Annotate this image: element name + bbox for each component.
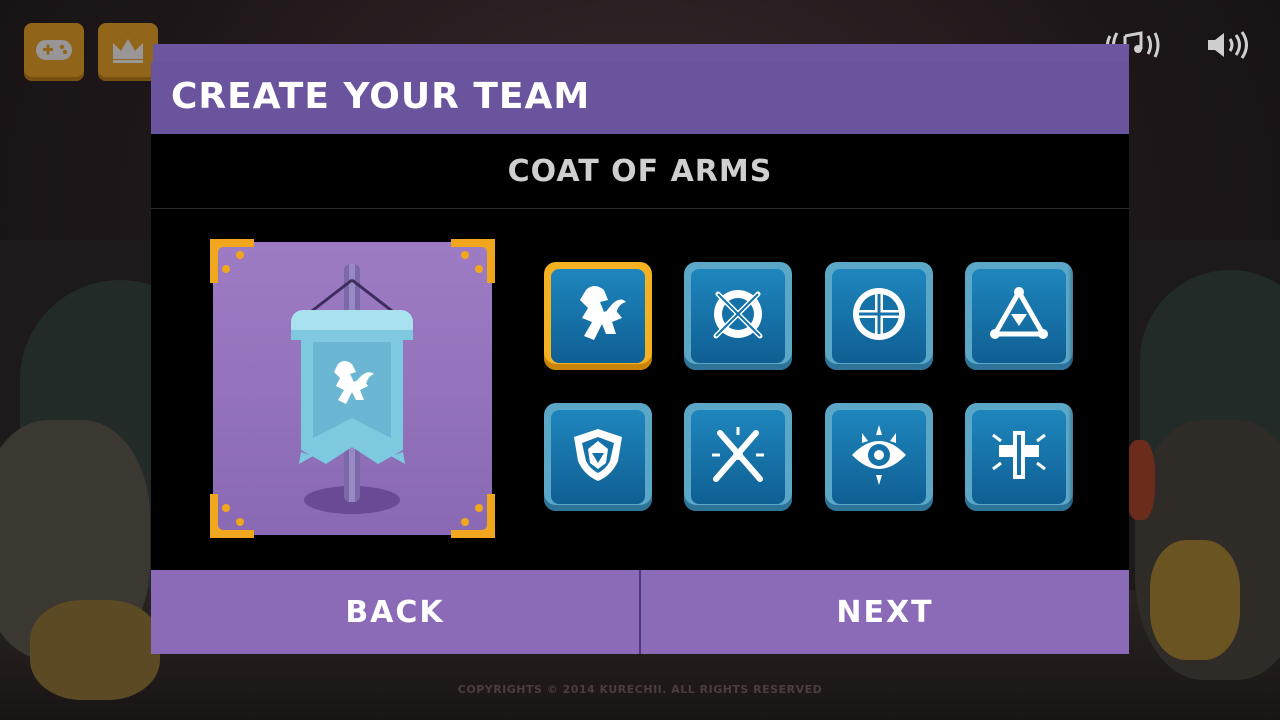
corner-ornament-icon: [210, 239, 254, 283]
eye-icon: [848, 425, 910, 489]
crossed-swords-shield-icon: [708, 284, 768, 348]
corner-ornament-icon: [210, 494, 254, 538]
banner-flag-icon: [291, 264, 413, 514]
helmet-shield-icon: [568, 425, 628, 489]
dialog-footer: BACK NEXT: [151, 570, 1129, 654]
emblem-option-radiant-cross[interactable]: [965, 403, 1073, 511]
next-button[interactable]: NEXT: [641, 570, 1129, 654]
corner-ornament-icon: [451, 494, 495, 538]
gamepad-button[interactable]: [24, 23, 84, 81]
section-header: COAT OF ARMS: [151, 134, 1129, 209]
banner-preview: [210, 239, 495, 538]
crown-button[interactable]: [98, 23, 158, 81]
radiant-cross-icon: [989, 425, 1049, 489]
section-title: COAT OF ARMS: [507, 153, 773, 189]
triangle-compass-icon: [989, 284, 1049, 348]
emblem-option-cross-circle[interactable]: [825, 262, 933, 370]
emblem-option-swords-shield[interactable]: [684, 262, 792, 370]
corner-ornament-icon: [451, 239, 495, 283]
crossed-swords-burst-icon: [708, 425, 768, 489]
cross-circle-icon: [849, 284, 909, 348]
gamepad-icon: [34, 36, 74, 68]
emblem-option-eye[interactable]: [825, 403, 933, 511]
crown-icon: [110, 35, 146, 69]
scroll-fade: [1068, 255, 1088, 520]
speaker-icon[interactable]: [1205, 30, 1251, 64]
emblem-option-lion[interactable]: [544, 262, 652, 370]
page-title: CREATE YOUR TEAM: [171, 76, 591, 117]
dialog-header: CREATE YOUR TEAM: [151, 62, 1129, 136]
copyright-text: COPYRIGHTS © 2014 KURECHII. ALL RIGHTS R…: [457, 683, 823, 696]
emblem-option-helmet[interactable]: [544, 403, 652, 511]
back-button[interactable]: BACK: [151, 570, 639, 654]
emblem-option-burst-swords[interactable]: [684, 403, 792, 511]
lion-icon: [570, 284, 626, 348]
emblem-option-triangle[interactable]: [965, 262, 1073, 370]
